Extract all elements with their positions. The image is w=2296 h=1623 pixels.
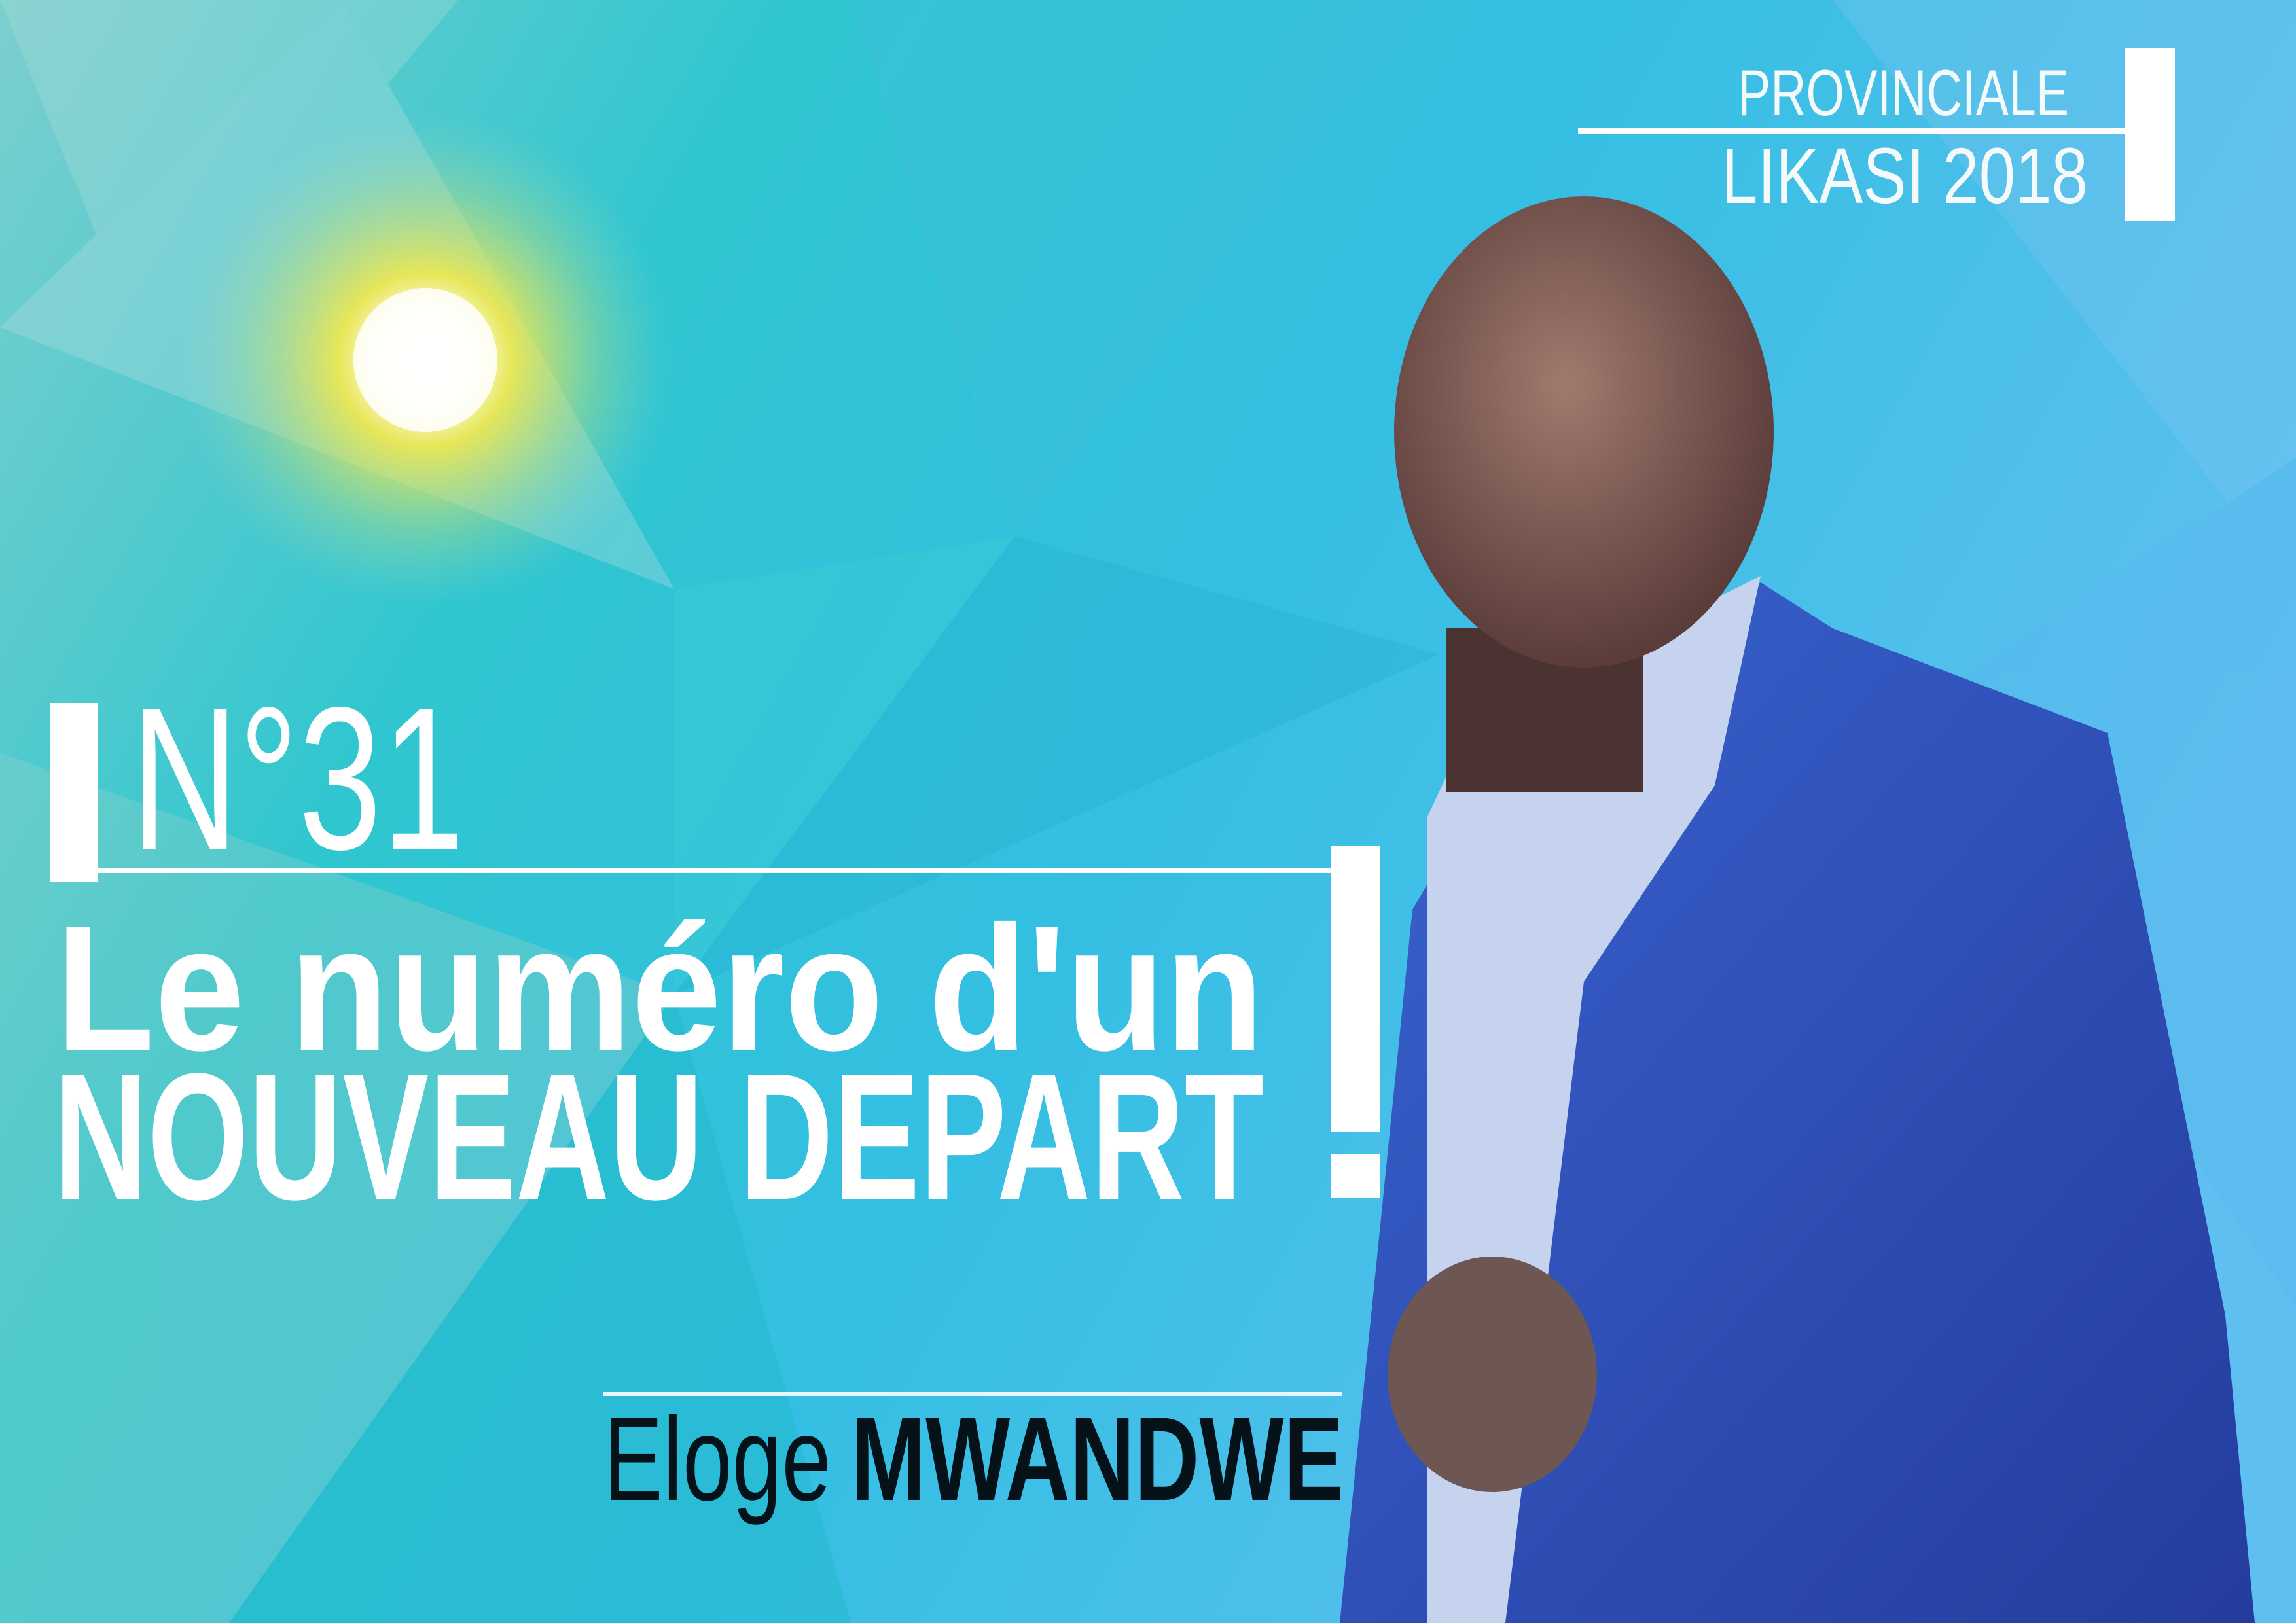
number-bar bbox=[50, 703, 98, 882]
last-name: MWANDWE bbox=[851, 1392, 1344, 1525]
election-label: PROVINCIALE bbox=[1738, 56, 2069, 129]
sun-core bbox=[353, 288, 497, 432]
first-name: Eloge bbox=[603, 1392, 831, 1525]
exclamation-dot bbox=[1331, 1154, 1380, 1198]
candidate-number: N°31 bbox=[131, 664, 465, 892]
slogan-divider bbox=[98, 868, 1332, 873]
exclamation-bar bbox=[1331, 846, 1380, 1132]
candidate-name: Eloge MWANDWE bbox=[603, 1392, 1344, 1525]
header-bar bbox=[2125, 48, 2175, 221]
campaign-poster: PROVINCIALE LIKASI 2018 N°31 Le numéro d… bbox=[0, 0, 2296, 1623]
location-year: LIKASI 2018 bbox=[1721, 131, 2088, 220]
slogan-line-2: NOUVEAU DEPART bbox=[54, 1036, 1264, 1238]
